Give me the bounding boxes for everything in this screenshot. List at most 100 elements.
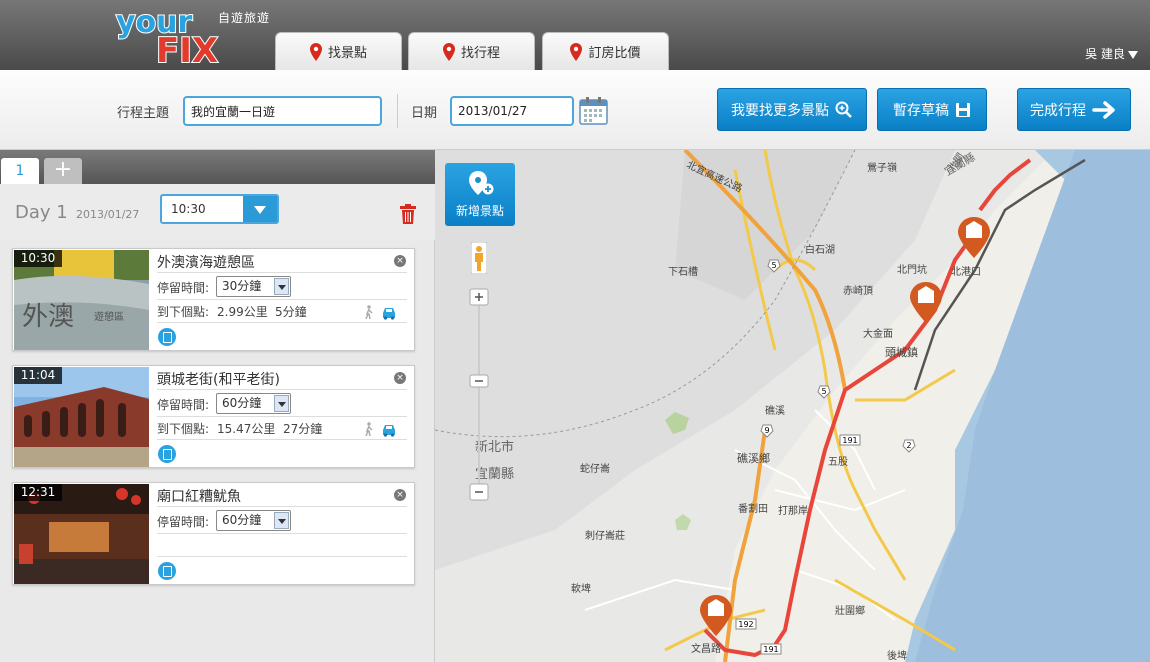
map-pin-icon [570, 42, 583, 61]
note-icon[interactable] [158, 445, 176, 463]
chevron-down-icon [274, 395, 289, 412]
button-label: 我要找更多景點 [731, 102, 829, 119]
zoom-in-icon [469, 288, 489, 306]
zoom-out-icon [469, 483, 489, 501]
note-icon[interactable] [158, 562, 176, 580]
itinerary-panel: 1 + Day 1 2013/01/27 10:30 外澳 遊憩區 10:30 … [0, 150, 435, 662]
map-zoom-control[interactable] [468, 287, 490, 505]
tab-label: 訂房比價 [588, 46, 641, 61]
svg-text:191: 191 [842, 436, 857, 445]
finish-itinerary-button[interactable]: 完成行程 [1017, 88, 1131, 131]
next-label: 到下個點: [157, 305, 210, 319]
next-duration: 5分鐘 [275, 305, 307, 319]
svg-text:5: 5 [771, 261, 776, 270]
close-icon[interactable]: × [394, 372, 406, 384]
tab-label: 找行程 [460, 46, 500, 61]
zoom-in-search-icon [835, 101, 852, 118]
tab-find-spots[interactable]: 找景點 [275, 32, 402, 70]
next-distance: 15.47公里 [217, 422, 276, 436]
svg-text:9: 9 [764, 426, 769, 435]
svg-text:FIX: FIX [156, 31, 218, 66]
car-icon[interactable] [381, 306, 397, 320]
add-location-pin-icon [469, 171, 494, 195]
map-label: 文昌路 [691, 644, 721, 655]
map-label: 大金面 [863, 329, 893, 340]
trip-toolbar: 行程主題 日期 我要找更多景點 暫存草稿 完成行程 [0, 70, 1150, 150]
tab-hotel-compare[interactable]: 訂房比價 [542, 32, 669, 70]
spot-name[interactable]: 頭城老街(和平老街) [157, 369, 280, 389]
day-date: 2013/01/27 [76, 208, 140, 221]
day-header: Day 1 2013/01/27 10:30 [0, 184, 435, 240]
spot-photo: 外澳 遊憩區 10:30 [14, 250, 149, 350]
theme-input[interactable] [183, 96, 382, 126]
trash-icon[interactable] [400, 204, 416, 224]
add-spot-button[interactable]: 新增景點 [445, 163, 515, 226]
route-map[interactable]: 5 5 9 2 191 192 191 鶯子嶺 北關 北港口 北門坑 白石湖 下… [435, 150, 1150, 662]
button-label: 暫存草稿 [893, 102, 949, 119]
stay-duration-select[interactable]: 60分鐘 [216, 393, 291, 414]
svg-text:5: 5 [821, 387, 826, 396]
date-label: 日期 [411, 106, 438, 121]
divider [157, 299, 407, 300]
next-label: 到下個點: [157, 422, 210, 436]
chevron-down-icon [274, 278, 289, 295]
stay-duration-select[interactable]: 60分鐘 [216, 510, 291, 531]
itinerary-card[interactable]: 12:31 廟口紅糟魷魚 × 停留時間: 60分鐘 [12, 482, 415, 585]
day-tab-1[interactable]: 1 [1, 158, 39, 184]
find-more-spots-button[interactable]: 我要找更多景點 [717, 88, 867, 131]
note-icon[interactable] [158, 328, 176, 346]
stay-duration-value: 60分鐘 [222, 513, 262, 527]
divider [157, 556, 407, 557]
svg-text:192: 192 [738, 620, 753, 629]
floppy-disk-icon [956, 102, 970, 117]
chevron-down-icon [274, 512, 289, 529]
map-label: 壯圍鄉 [835, 606, 865, 617]
divider [157, 506, 407, 507]
start-time-value: 10:30 [171, 202, 206, 216]
svg-text:191: 191 [763, 645, 778, 654]
day-tabs-bar: 1 + [0, 150, 435, 184]
user-name: 吳 建良 [1085, 47, 1125, 61]
stay-duration-select[interactable]: 30分鐘 [216, 276, 291, 297]
save-draft-button[interactable]: 暫存草稿 [877, 88, 987, 131]
day-title: Day 1 [15, 202, 68, 223]
svg-text:遊憩區: 遊憩區 [94, 310, 124, 323]
toolbar-divider [397, 94, 398, 128]
date-input[interactable] [450, 96, 574, 126]
map-label: 白石湖 [805, 245, 835, 256]
itinerary-card[interactable]: 外澳 遊憩區 10:30 外澳濱海遊憩區 × 停留時間: 30分鐘 到下個點: … [12, 248, 415, 351]
map-label: 下石槽 [668, 267, 698, 278]
spot-name[interactable]: 廟口紅糟魷魚 [157, 486, 241, 506]
arrow-right-icon [1092, 100, 1115, 119]
map-canvas[interactable]: 5 5 9 2 191 192 191 [435, 150, 1150, 662]
map-pin-icon [309, 42, 322, 61]
add-spot-label: 新增景點 [455, 204, 504, 218]
map-pin-icon [442, 42, 455, 61]
svg-text:外澳: 外澳 [22, 302, 74, 332]
tab-find-itinerary[interactable]: 找行程 [408, 32, 535, 70]
calendar-icon[interactable] [579, 97, 608, 125]
logo-subtitle: 自遊旅遊 [218, 11, 271, 25]
car-icon[interactable] [381, 423, 397, 437]
close-icon[interactable]: × [394, 489, 406, 501]
tab-label: 找景點 [327, 46, 367, 61]
itinerary-card[interactable]: 11:04 頭城老街(和平老街) × 停留時間: 60分鐘 到下個點: 15.4… [12, 365, 415, 468]
map-label: 北門坑 [897, 265, 927, 276]
spot-name[interactable]: 外澳濱海遊憩區 [157, 252, 255, 272]
map-label: 赤崎頂 [843, 286, 873, 297]
time-badge: 12:31 [14, 484, 62, 501]
road-shield-191b: 191 [760, 643, 782, 655]
walk-icon[interactable] [363, 305, 375, 319]
next-distance: 2.99公里 [217, 305, 268, 319]
add-day-tab[interactable]: + [44, 158, 82, 184]
map-label: 鶯子嶺 [867, 163, 897, 174]
zoom-slider-handle [469, 374, 489, 388]
close-icon[interactable]: × [394, 255, 406, 267]
user-menu[interactable]: 吳 建良 [1085, 45, 1138, 62]
map-label: 番割田 [738, 504, 768, 515]
start-time-select[interactable]: 10:30 [160, 194, 279, 224]
pegman-icon[interactable] [471, 242, 487, 274]
stay-duration-value: 30分鐘 [222, 279, 262, 293]
walk-icon[interactable] [363, 422, 375, 436]
map-label: 礁溪鄉 [737, 452, 770, 465]
